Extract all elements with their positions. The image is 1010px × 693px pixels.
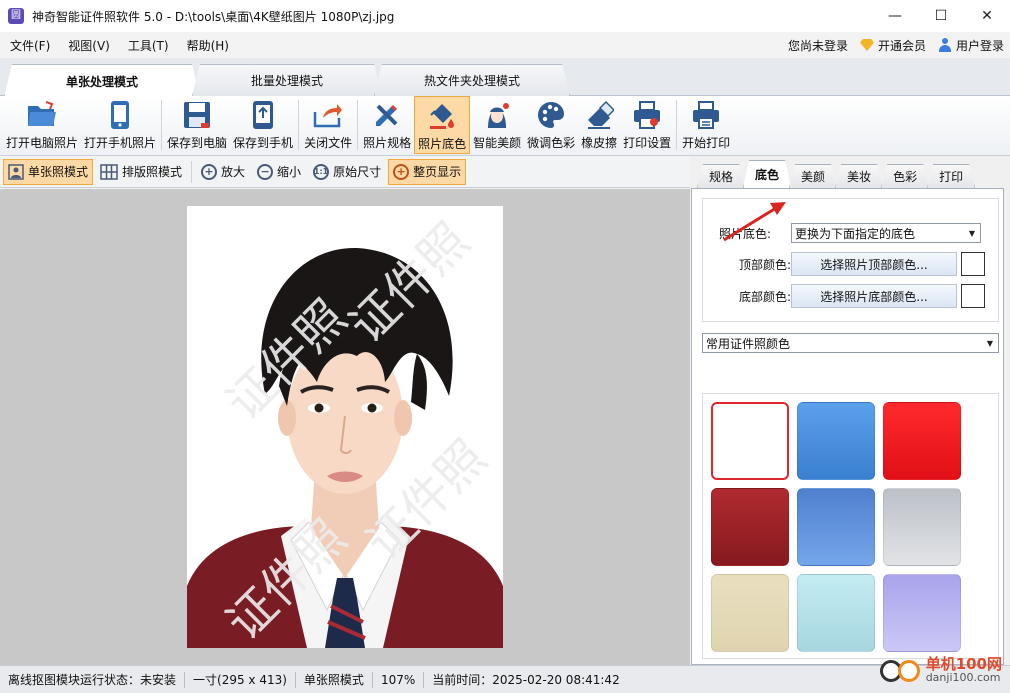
status-time: 当前时间：2025-02-20 08:41:42 — [432, 673, 620, 687]
status-bar: 离线抠图模块运行状态：未安装 一寸(295 x 413) 单张照模式 107% … — [0, 665, 1010, 693]
status-zoom: 107% — [373, 671, 425, 688]
site-logo-icon — [876, 652, 922, 688]
status-size: 一寸(295 x 413) — [185, 671, 296, 688]
watermark-text: 单机100网 — [925, 654, 1002, 673]
status-module: 离线抠图模块运行状态：未安装 — [0, 671, 186, 688]
status-mode: 单张照模式 — [296, 671, 373, 688]
annotation-arrow — [723, 202, 786, 242]
watermark-url: danji100.com — [925, 671, 1001, 685]
site-watermark: 单机100网 danji100.com — [876, 652, 1002, 688]
